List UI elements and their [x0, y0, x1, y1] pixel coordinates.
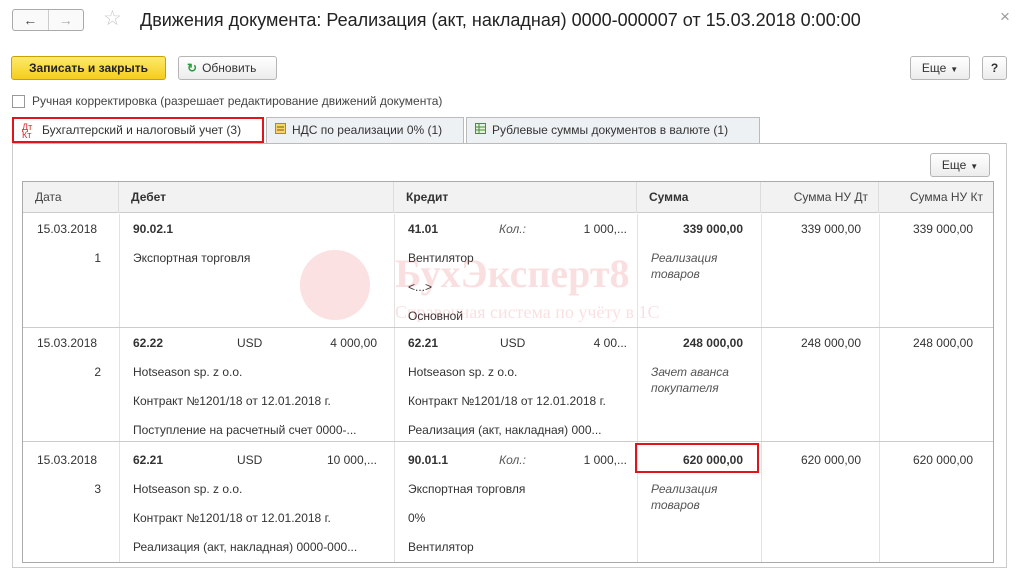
column-sum-nu-kt[interactable]: Сумма НУ Кт	[879, 182, 993, 213]
toolbar: Записать и закрыть ↻ Обновить Еще ▼ ?	[0, 56, 1024, 82]
debit-currency: USD	[237, 336, 263, 350]
debit-subconto-2: Контракт №1201/18 от 12.01.2018 г.	[133, 394, 331, 408]
column-sum-nu-dt[interactable]: Сумма НУ Дт	[761, 182, 879, 213]
page-title: Движения документа: Реализация (акт, нак…	[140, 10, 861, 30]
credit-subconto-1: Экспортная торговля	[408, 482, 526, 496]
credit-qty-label: Кол.:	[499, 453, 526, 467]
row-sum-nu-kt: 620 000,00	[912, 453, 973, 467]
debit-subconto-3: Реализация (акт, накладная) 0000-000...	[133, 540, 358, 554]
entries-table: Дата Дебет Кредит Сумма Сумма НУ Дт Сумм…	[22, 181, 994, 563]
credit-currency: USD	[500, 336, 526, 350]
row-number: 3	[94, 482, 101, 496]
tab-accounting[interactable]: Дт Кт Бухгалтерский и налоговый учет (3)	[12, 117, 264, 143]
debit-currency-amount: 10 000,...	[326, 453, 377, 467]
chevron-down-icon: ▼	[970, 162, 979, 171]
row-date: 15.03.2018	[37, 222, 98, 236]
credit-subconto-2: <...>	[408, 280, 433, 294]
register-icon	[275, 119, 286, 143]
row-sum-note: Реализация товаров	[651, 251, 718, 281]
grid-icon	[475, 119, 486, 143]
credit-subconto-3: Вентилятор	[408, 540, 474, 554]
sum-highlight-frame	[635, 443, 759, 473]
debit-currency-amount: 4 000,00	[330, 336, 377, 350]
manual-edit-label[interactable]: Ручная корректировка (разрешает редактир…	[32, 94, 442, 108]
tab-vat-label: НДС по реализации 0% (1)	[292, 123, 443, 137]
credit-subconto-3: Основной	[408, 309, 464, 323]
table-row[interactable]: 15.03.2018 2 62.22 USD 4 000,00 Hotseaso…	[23, 328, 993, 442]
close-icon[interactable]: ×	[1000, 8, 1010, 26]
credit-currency-amount: 4 00...	[593, 336, 627, 350]
table-row[interactable]: 15.03.2018 1 90.02.1 Экспортная торговля…	[23, 214, 993, 328]
credit-subconto-1: Вентилятор	[408, 251, 474, 265]
debit-account[interactable]: 62.22	[133, 335, 163, 351]
row-sum-nu-kt: 248 000,00	[912, 336, 973, 350]
nav-buttons: ← →	[12, 9, 84, 31]
more-button[interactable]: Еще ▼	[910, 56, 970, 80]
debit-currency: USD	[237, 453, 263, 467]
title-bar: ← → ☆ Движения документа: Реализация (ак…	[0, 0, 1024, 44]
column-date[interactable]: Дата	[23, 182, 119, 213]
table-more-button[interactable]: Еще ▼	[930, 153, 990, 177]
manual-edit-checkbox[interactable]	[12, 94, 25, 108]
row-sum-nu-dt: 339 000,00	[800, 222, 861, 236]
column-sum[interactable]: Сумма	[637, 182, 761, 213]
table-row[interactable]: 15.03.2018 3 62.21 USD 10 000,... Hotsea…	[23, 442, 993, 562]
credit-account[interactable]: 41.01	[408, 221, 438, 237]
tab-ruble-sums[interactable]: Рублевые суммы документов в валюте (1)	[466, 117, 760, 143]
credit-qty-label: Кол.:	[499, 222, 526, 236]
manual-edit-row: Ручная корректировка (разрешает редактир…	[12, 93, 442, 109]
debit-subconto-1: Экспортная торговля	[133, 251, 251, 265]
refresh-button[interactable]: ↻ Обновить	[178, 56, 277, 80]
row-number: 1	[94, 251, 101, 265]
debit-subconto-1: Hotseason sp. z o.o.	[133, 482, 243, 496]
table-header: Дата Дебет Кредит Сумма Сумма НУ Дт Сумм…	[23, 182, 993, 213]
dt-kt-icon: Дт Кт	[22, 121, 33, 140]
column-debit[interactable]: Дебет	[119, 182, 394, 213]
row-sum-note: Зачет аванса покупателя	[651, 365, 729, 395]
row-date: 15.03.2018	[37, 453, 98, 467]
tab-accounting-label: Бухгалтерский и налоговый учет (3)	[42, 123, 242, 137]
table-more-label: Еще	[941, 158, 967, 172]
row-sum-nu-dt: 248 000,00	[800, 336, 861, 350]
more-label: Еще	[921, 61, 947, 75]
row-number: 2	[94, 365, 101, 379]
row-sum: 248 000,00	[682, 336, 743, 350]
star-icon[interactable]: ☆	[103, 7, 122, 31]
credit-quantity: 1 000,...	[583, 453, 627, 467]
refresh-icon: ↻	[187, 61, 198, 75]
row-sum-note: Реализация товаров	[651, 482, 718, 512]
column-credit[interactable]: Кредит	[394, 182, 637, 213]
row-date: 15.03.2018	[37, 336, 98, 350]
credit-subconto-3: Реализация (акт, накладная) 000...	[408, 423, 602, 437]
debit-subconto-2: Контракт №1201/18 от 12.01.2018 г.	[133, 511, 331, 525]
refresh-label: Обновить	[202, 61, 257, 75]
debit-account[interactable]: 62.21	[133, 452, 163, 468]
tab-vat[interactable]: НДС по реализации 0% (1)	[266, 117, 464, 143]
tab-ruble-sums-label: Рублевые суммы документов в валюте (1)	[492, 123, 729, 137]
credit-subconto-2: 0%	[408, 511, 426, 525]
credit-quantity: 1 000,...	[583, 222, 627, 236]
row-sum-nu-dt: 620 000,00	[800, 453, 861, 467]
credit-subconto-2: Контракт №1201/18 от 12.01.2018 г.	[408, 394, 606, 408]
row-sum: 339 000,00	[682, 222, 743, 236]
forward-icon[interactable]: →	[47, 10, 84, 30]
debit-account[interactable]: 90.02.1	[133, 221, 173, 237]
debit-subconto-1: Hotseason sp. z o.o.	[133, 365, 243, 379]
credit-subconto-1: Hotseason sp. z o.o.	[408, 365, 518, 379]
credit-account[interactable]: 62.21	[408, 335, 438, 351]
row-sum-nu-kt: 339 000,00	[912, 222, 973, 236]
credit-account[interactable]: 90.01.1	[408, 452, 448, 468]
back-icon[interactable]: ←	[13, 10, 48, 30]
save-and-close-button[interactable]: Записать и закрыть	[11, 56, 166, 80]
debit-subconto-3: Поступление на расчетный счет 0000-...	[133, 423, 357, 437]
chevron-down-icon: ▼	[950, 65, 959, 74]
help-button[interactable]: ?	[982, 56, 1007, 80]
